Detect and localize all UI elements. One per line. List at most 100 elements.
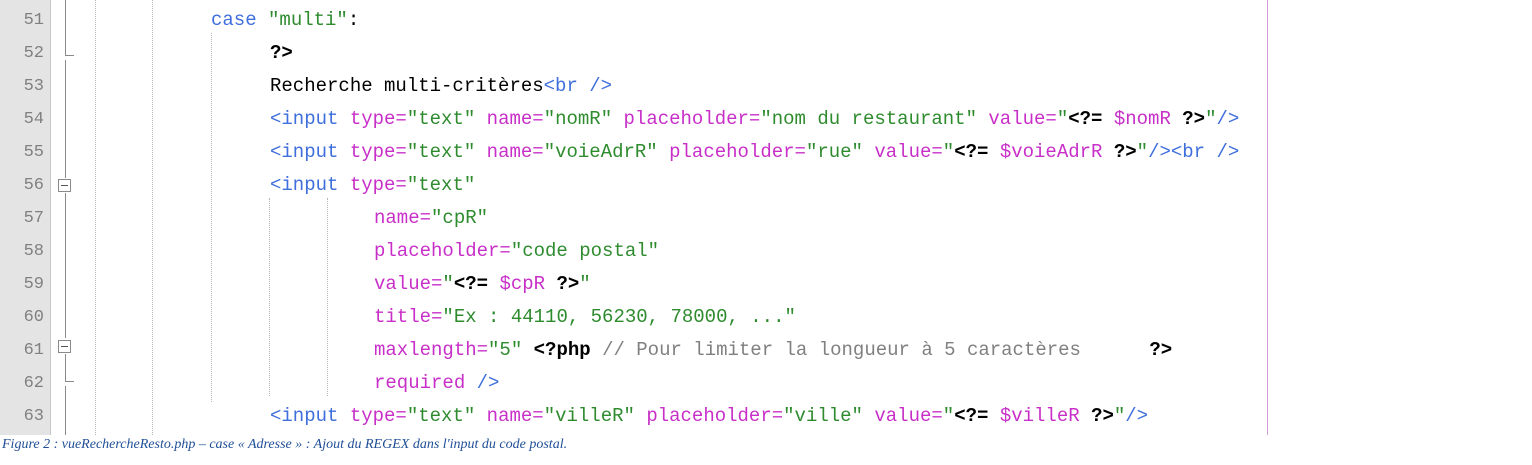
code-line[interactable]: <input type="text" name="voieAdrR" place… [270, 136, 1239, 169]
fold-collapse-icon[interactable] [58, 179, 71, 192]
text: : [347, 9, 360, 31]
indent-guide [211, 33, 212, 402]
variable: $villeR [999, 405, 1080, 427]
code-line[interactable]: title="Ex : 44110, 56230, 78000, ..." [374, 301, 796, 334]
code-line[interactable]: case "multi": [211, 4, 359, 37]
php-tag: ?> [1113, 141, 1137, 163]
attribute: placeholder= [374, 240, 511, 262]
string: " [1113, 405, 1126, 427]
attribute: placeholder= [623, 108, 761, 130]
fold-line [65, 0, 66, 55]
code-line[interactable]: maxlength="5" <?php // Pour limiter la l… [374, 334, 1172, 367]
line-number: 51 [23, 11, 44, 30]
fold-end-marker [65, 55, 74, 56]
comment: // Pour limiter la longueur à 5 caractèr… [602, 339, 1081, 361]
html-tag: <input [270, 141, 339, 163]
php-tag: ?> [1149, 339, 1173, 361]
php-tag: <?php [533, 339, 591, 361]
string: " [1205, 108, 1217, 130]
line-number: 56 [23, 176, 44, 195]
attribute: value= [874, 141, 943, 163]
indent-guide [327, 198, 328, 396]
string: " [579, 273, 591, 295]
attribute: value= [874, 405, 943, 427]
php-tag: <?= [954, 141, 989, 163]
string: "rue" [805, 141, 863, 163]
string: "villeR" [543, 405, 635, 427]
php-tag: <?= [954, 405, 989, 427]
code-line[interactable]: placeholder="code postal" [374, 235, 659, 268]
code-line[interactable]: Recherche multi-critères<br /> [270, 70, 612, 103]
string: "text" [406, 141, 476, 163]
code-line[interactable]: <input type="text" name="nomR" placehold… [270, 103, 1239, 136]
code-line[interactable]: required /> [374, 367, 499, 400]
fold-line [65, 354, 66, 381]
string: "voieAdrR" [543, 141, 658, 163]
php-tag: <?= [453, 273, 489, 295]
code-line[interactable]: value="<?= $cpR ?>" [374, 268, 591, 301]
php-tag: <?= [1068, 108, 1103, 130]
php-tag: ?> [556, 273, 580, 295]
fold-collapse-icon[interactable] [58, 340, 71, 353]
line-number: 53 [23, 77, 44, 96]
line-number: 60 [23, 308, 44, 327]
code-line[interactable]: ?> [270, 37, 293, 70]
html-tag: /> [465, 372, 500, 394]
fold-line [65, 386, 66, 435]
code-editor[interactable]: 51 52 53 54 55 56 57 58 59 60 61 62 63 c… [0, 0, 1532, 435]
attribute: type= [349, 141, 407, 163]
fold-line [65, 60, 66, 178]
variable: $nomR [1113, 108, 1171, 130]
figure-caption: Figure 2 : vueRechercheResto.php – case … [2, 437, 568, 452]
string: "Ex : 44110, 56230, 78000, ..." [442, 306, 796, 328]
string: "multi" [268, 9, 348, 31]
php-tag: ?> [1091, 405, 1114, 427]
string: "nom du restaurant" [760, 108, 977, 130]
line-number: 55 [23, 143, 44, 162]
line-number: 57 [23, 209, 44, 228]
html-tag: <input [270, 108, 339, 130]
indent-guide [152, 0, 153, 435]
attribute: placeholder= [669, 141, 806, 163]
attribute: required [374, 372, 466, 394]
attribute: name= [486, 141, 544, 163]
string: "ville" [783, 405, 863, 427]
code-line[interactable]: name="cpR" [374, 202, 488, 235]
attribute: type= [349, 174, 407, 196]
string: " [942, 405, 955, 427]
code-line[interactable]: <input type="text" [270, 169, 475, 202]
indent-guide [269, 198, 270, 396]
attribute: type= [349, 405, 407, 427]
code-line[interactable]: <input type="text" name="villeR" placeho… [270, 400, 1148, 433]
html-tag: <br /> [543, 75, 613, 97]
line-number: 59 [23, 275, 44, 294]
attribute: maxlength= [374, 339, 489, 361]
attribute: value= [374, 273, 443, 295]
html-tag: <input [270, 174, 339, 196]
edge-column-line [1267, 0, 1268, 435]
text: Recherche multi-critères [270, 75, 544, 97]
indent-guide [95, 0, 96, 435]
line-number: 52 [23, 44, 44, 63]
fold-end-marker [65, 381, 74, 382]
